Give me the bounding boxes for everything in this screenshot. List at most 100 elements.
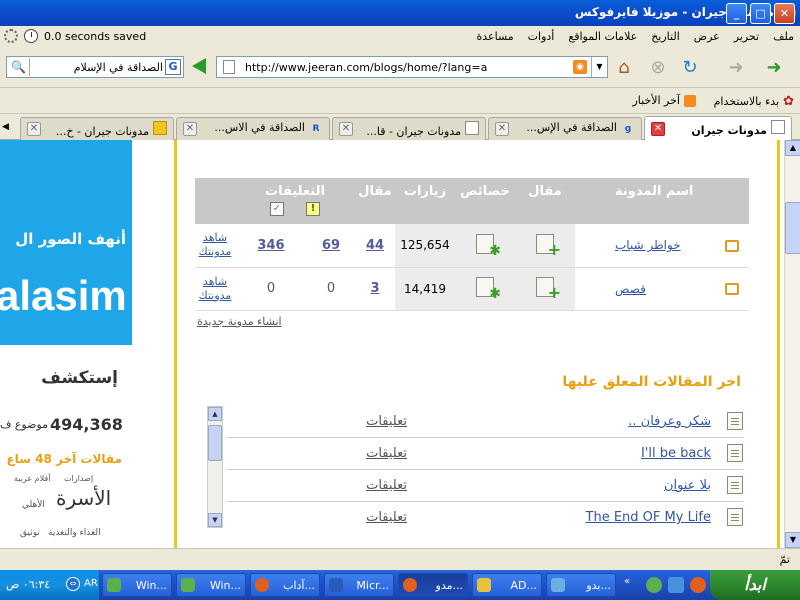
articles-count-link[interactable]: 44 xyxy=(366,238,384,253)
search-engine-icon[interactable]: G xyxy=(165,59,181,75)
scroll-thumb[interactable] xyxy=(785,202,800,254)
scroll-up-icon[interactable]: ▲ xyxy=(208,407,222,421)
view-blog-link[interactable]: شاهد مدونتك xyxy=(199,231,232,258)
close-tab-icon[interactable]: ✕ xyxy=(183,122,197,136)
tab-jeeran-blogs-3[interactable]: مدونات جيران - خ... ✕ xyxy=(20,117,174,140)
task-adab[interactable]: آداب... xyxy=(250,573,320,597)
article-title-link[interactable]: شكر وعرفان .. xyxy=(628,414,711,429)
folder-icon xyxy=(477,578,491,592)
search-input[interactable] xyxy=(33,58,163,76)
close-tab-icon[interactable]: ✕ xyxy=(27,122,41,136)
page-icon xyxy=(465,120,479,135)
bookmark-getting-started[interactable]: ✿ بدء بالاستخدام xyxy=(714,94,794,109)
rss-icon[interactable]: ◉ xyxy=(573,60,587,74)
quicklaunch-expand-icon[interactable]: « xyxy=(624,576,630,587)
article-title-link[interactable]: The End OF My Life xyxy=(586,510,711,525)
article-comments-link[interactable]: تعليقات xyxy=(366,478,407,493)
home-icon[interactable]: ⌂ xyxy=(612,56,636,80)
messenger-icon xyxy=(107,578,121,592)
add-article-icon[interactable] xyxy=(536,277,561,302)
blog-settings-icon[interactable] xyxy=(476,277,501,302)
header-comments: التعليقات ✓ ! xyxy=(235,178,355,224)
tab-friendship-1[interactable]: gالصداقة في الإس... ✕ xyxy=(488,117,642,140)
menu-view[interactable]: عرض xyxy=(694,30,720,43)
articles-scrollbar[interactable]: ▲ ▼ xyxy=(207,406,223,528)
topics-label: موضوع ف xyxy=(0,418,48,431)
scroll-thumb[interactable] xyxy=(208,425,222,461)
comments-pending-link[interactable]: 346 xyxy=(257,238,284,253)
add-article-icon[interactable] xyxy=(536,233,561,259)
article-comments-link[interactable]: تعليقات xyxy=(366,414,407,429)
close-tab-icon[interactable]: ✕ xyxy=(339,122,353,136)
tab-scroll-left-icon[interactable]: ◀ xyxy=(2,122,9,132)
task-bado[interactable]: بدو... xyxy=(546,573,616,597)
gear-icon[interactable] xyxy=(4,29,18,43)
menu-bookmarks[interactable]: علامات المواقع xyxy=(568,30,637,43)
url-dropdown-icon[interactable]: ▼ xyxy=(591,57,607,77)
article-title-link[interactable]: بلا عنوان xyxy=(664,478,711,493)
menu-history[interactable]: التاريخ xyxy=(651,30,680,43)
search-icon[interactable]: 🔍 xyxy=(8,58,30,76)
ie-quicklaunch-icon[interactable] xyxy=(668,577,684,593)
task-firefox-active[interactable]: مدو... xyxy=(398,573,468,597)
maximize-button[interactable]: □ xyxy=(750,3,771,24)
ad-banner[interactable]: أنهف الصور ال alasim xyxy=(0,140,132,345)
chat-bubble-icon xyxy=(725,283,739,295)
close-button[interactable]: ✕ xyxy=(774,3,795,24)
menu-tools[interactable]: أدوات xyxy=(528,30,555,43)
sidebar: أنهف الصور ال alasim إستكشف 494,368 موضو… xyxy=(0,140,132,548)
menu-help[interactable]: مساعدة xyxy=(477,30,514,43)
task-ad[interactable]: AD... xyxy=(472,573,542,597)
tag-family[interactable]: الأسرة xyxy=(56,486,111,510)
tag-documentation[interactable]: توثيق xyxy=(20,528,40,538)
article-comments-link[interactable]: تعليقات xyxy=(366,446,407,461)
tag-food-nutrition[interactable]: الغذاء والتغذية xyxy=(48,528,101,538)
reload-icon[interactable]: ↻ xyxy=(678,56,702,80)
view-blog-link[interactable]: شاهد مدونتك xyxy=(199,275,232,302)
tag-ahly[interactable]: الأهلي xyxy=(22,500,45,510)
tag-releases[interactable]: إصدارات xyxy=(64,474,93,483)
stop-icon[interactable]: ⊗ xyxy=(646,56,670,80)
tab-label: gالصداقة في الإس... xyxy=(526,121,635,137)
scroll-up-icon[interactable]: ▲ xyxy=(785,140,800,156)
input-language[interactable]: AR xyxy=(84,578,98,589)
tag-arabic-films[interactable]: أفلام عربية xyxy=(14,474,50,483)
bookmark-latest-news[interactable]: آخر الأخبار xyxy=(632,94,696,107)
tab-jeeran-blogs-2[interactable]: مدونات جيران - قا... ✕ xyxy=(332,117,486,140)
close-tab-icon[interactable]: ✕ xyxy=(495,122,509,136)
blog-name-link[interactable]: قصص xyxy=(615,282,646,296)
tab-jeeran-blogs[interactable]: مدونات جيران ✕ xyxy=(644,116,792,140)
close-tab-icon[interactable]: ✕ xyxy=(651,121,665,136)
bookmark-label: آخر الأخبار xyxy=(632,94,680,107)
back-arrow-icon[interactable]: ➜ xyxy=(762,56,786,80)
articles-count-link[interactable]: 3 xyxy=(370,281,379,296)
menu-file[interactable]: ملف xyxy=(773,30,794,43)
task-win-2[interactable]: Win... xyxy=(102,573,172,597)
comments-approved-link[interactable]: 69 xyxy=(322,238,340,253)
language-bar-icon[interactable]: ⇔ xyxy=(66,577,80,591)
article-title-link[interactable]: I'll be back xyxy=(641,446,711,461)
blog-name-link[interactable]: خواطر شباب xyxy=(615,238,681,252)
menu-edit[interactable]: تحرير xyxy=(734,30,759,43)
save-status-text: 0.0 seconds saved xyxy=(44,29,147,43)
go-arrow-icon[interactable] xyxy=(192,58,206,74)
start-button[interactable]: ابدأ xyxy=(710,570,800,600)
blog-settings-icon[interactable] xyxy=(476,233,501,259)
tab-friendship-2[interactable]: Rالصداقة في الاس... ✕ xyxy=(176,117,330,140)
create-new-blog-link[interactable]: انشاء مدونة جديدة xyxy=(197,315,282,328)
task-word[interactable]: Micr... xyxy=(324,573,394,597)
forward-arrow-icon[interactable]: ➜ xyxy=(724,56,748,80)
article-comments-link[interactable]: تعليقات xyxy=(366,510,407,525)
article-doc-icon xyxy=(727,508,743,526)
messenger-quicklaunch-icon[interactable] xyxy=(646,577,662,593)
banner-text: أنهف الصور ال xyxy=(15,230,126,248)
minimize-button[interactable]: _ xyxy=(726,3,747,24)
clock-time[interactable]: ٠٦:٣٤ ص xyxy=(6,578,50,591)
scroll-down-icon[interactable]: ▼ xyxy=(785,532,800,548)
scroll-down-icon[interactable]: ▼ xyxy=(208,513,222,527)
url-bar[interactable]: http://www.jeeran.com/blogs/home/?lang=a… xyxy=(216,56,608,78)
page-scrollbar[interactable]: ▲ ▼ xyxy=(784,140,800,548)
task-win-1[interactable]: Win... xyxy=(176,573,246,597)
url-text[interactable]: http://www.jeeran.com/blogs/home/?lang=a xyxy=(245,61,487,74)
firefox-quicklaunch-icon[interactable] xyxy=(690,577,706,593)
